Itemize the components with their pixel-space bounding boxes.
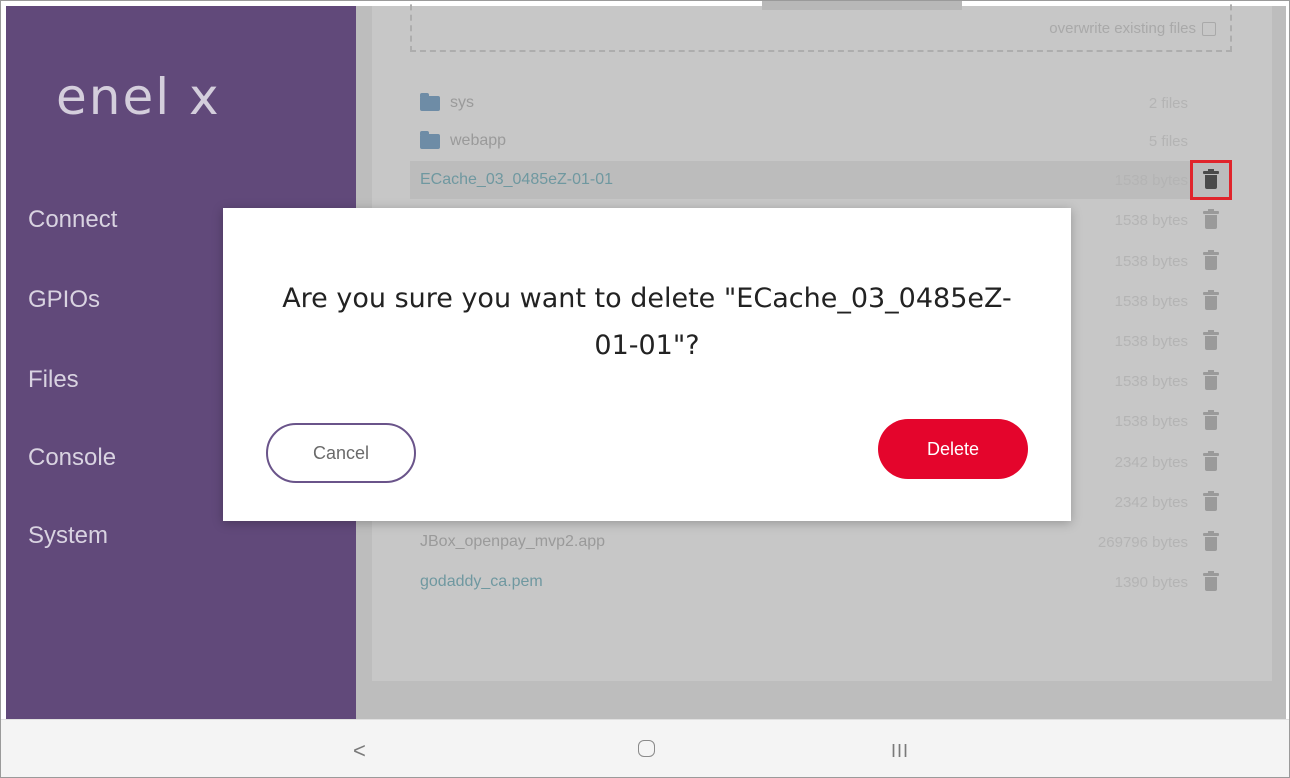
dialog-message: Are you sure you want to delete "ECache_… bbox=[282, 283, 1012, 361]
folder-name[interactable]: sys bbox=[440, 94, 474, 112]
folder-row[interactable]: webapp 5 files bbox=[410, 122, 1232, 160]
file-size: 269796 bytes bbox=[1097, 533, 1188, 551]
folder-row[interactable]: sys 2 files bbox=[410, 84, 1232, 122]
trash-icon[interactable] bbox=[1203, 370, 1219, 390]
trash-icon[interactable] bbox=[1203, 209, 1219, 229]
file-size: 1538 bytes bbox=[1114, 171, 1188, 189]
overwrite-option[interactable]: overwrite existing files bbox=[1049, 20, 1216, 37]
trash-icon[interactable] bbox=[1203, 330, 1219, 350]
trash-icon[interactable] bbox=[1203, 491, 1219, 511]
file-size: 2342 bytes bbox=[1114, 493, 1188, 511]
file-size: 1538 bytes bbox=[1114, 211, 1188, 229]
enel-x-logo: enel x bbox=[56, 68, 221, 126]
sidebar-item-files[interactable]: Files bbox=[28, 366, 79, 394]
trash-icon[interactable] bbox=[1203, 290, 1219, 310]
back-button[interactable]: < bbox=[353, 738, 366, 764]
folder-icon bbox=[420, 92, 440, 111]
sidebar-item-connect[interactable]: Connect bbox=[28, 206, 117, 234]
sidebar-item-console[interactable]: Console bbox=[28, 444, 116, 472]
home-button[interactable] bbox=[638, 740, 655, 757]
file-name[interactable]: JBox_openpay_mvp2.app bbox=[410, 533, 605, 551]
recents-button[interactable]: III bbox=[891, 741, 909, 762]
file-size: 1538 bytes bbox=[1114, 372, 1188, 390]
trash-highlight-outline bbox=[1190, 160, 1232, 200]
file-size: 2342 bytes bbox=[1114, 453, 1188, 471]
cancel-button[interactable]: Cancel bbox=[266, 423, 416, 483]
delete-button[interactable]: Delete bbox=[878, 419, 1028, 479]
trash-icon[interactable] bbox=[1203, 571, 1219, 591]
file-size: 1538 bytes bbox=[1114, 332, 1188, 350]
tablet-screen: enel x Connect GPIOs Files Console Syste… bbox=[0, 0, 1290, 778]
sidebar-item-system[interactable]: System bbox=[28, 522, 108, 550]
file-size: 1538 bytes bbox=[1114, 292, 1188, 310]
trash-icon[interactable] bbox=[1203, 451, 1219, 471]
file-size: 2 files bbox=[1148, 94, 1188, 112]
trash-icon[interactable] bbox=[1203, 410, 1219, 430]
file-name[interactable]: godaddy_ca.pem bbox=[410, 573, 543, 591]
file-size: 5 files bbox=[1148, 132, 1188, 150]
android-navbar: < III bbox=[1, 719, 1289, 777]
trash-icon[interactable] bbox=[1203, 531, 1219, 551]
file-name[interactable]: ECache_03_0485eZ-01-01 bbox=[410, 171, 613, 189]
folder-icon bbox=[420, 130, 440, 149]
upload-button[interactable] bbox=[762, 1, 962, 10]
file-row[interactable]: JBox_openpay_mvp2.app 269796 bytes bbox=[410, 523, 1232, 561]
upload-dropzone[interactable]: overwrite existing files bbox=[410, 1, 1232, 52]
file-row[interactable]: ECache_03_0485eZ-01-01 1538 bytes bbox=[410, 160, 1232, 200]
file-size: 1538 bytes bbox=[1114, 252, 1188, 270]
folder-name[interactable]: webapp bbox=[440, 132, 506, 150]
file-size: 1390 bytes bbox=[1114, 573, 1188, 591]
trash-icon[interactable] bbox=[1203, 250, 1219, 270]
overwrite-checkbox[interactable] bbox=[1202, 21, 1216, 36]
overwrite-label: overwrite existing files bbox=[1049, 20, 1196, 37]
file-row[interactable]: godaddy_ca.pem 1390 bytes bbox=[410, 563, 1232, 601]
delete-confirm-dialog: Are you sure you want to delete "ECache_… bbox=[223, 208, 1071, 521]
sidebar-item-gpios[interactable]: GPIOs bbox=[28, 286, 100, 314]
file-size: 1538 bytes bbox=[1114, 412, 1188, 430]
